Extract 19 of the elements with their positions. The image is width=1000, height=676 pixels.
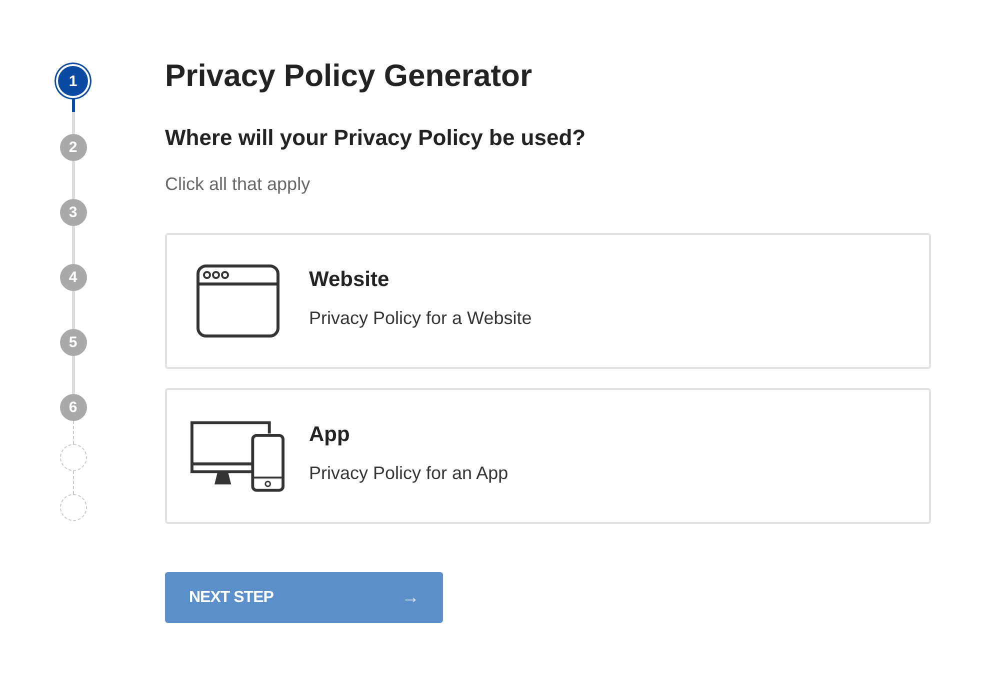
button-label: NEXT STEP — [189, 588, 274, 606]
step-number: 5 — [60, 329, 86, 356]
desktop-and-phone-icon — [190, 420, 285, 492]
option-description: Privacy Policy for an App — [309, 462, 508, 484]
question-heading: Where will your Privacy Policy be used? — [165, 125, 587, 151]
option-description: Privacy Policy for a Website — [309, 308, 532, 328]
arrow-glyph: → — [402, 587, 419, 608]
browser-window-icon — [196, 264, 280, 338]
page-title: Privacy Policy Generator — [165, 58, 534, 94]
step-number: 1 — [58, 66, 88, 96]
step-number: 6 — [60, 394, 86, 421]
step-number: 3 — [60, 199, 86, 226]
option-title: Website — [309, 268, 390, 292]
option-card[interactable]: Website Privacy Policy for a Website — [165, 233, 931, 369]
hint-text: Click all that apply — [165, 174, 312, 195]
step-number: 4 — [60, 264, 86, 291]
option-card[interactable]: App Privacy Policy for an App — [165, 388, 931, 524]
option-title: App — [309, 422, 351, 446]
step-number: 2 — [60, 134, 86, 161]
